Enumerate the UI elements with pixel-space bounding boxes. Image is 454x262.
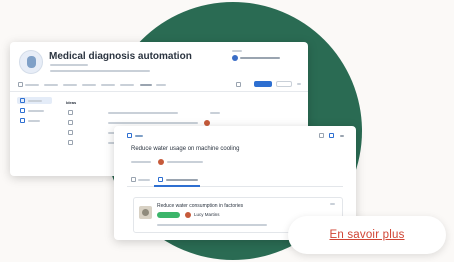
page-title: Medical diagnosis automation [49,51,192,62]
active-tab-indicator [154,185,200,187]
details-tab-icon[interactable] [131,177,136,182]
sidebar-label[interactable] [28,110,44,112]
owner-name: Lucy Martins [194,212,220,217]
more-icon[interactable] [297,83,301,85]
tab-details[interactable] [138,179,150,181]
description-placeholder [50,70,150,72]
owner-avatar [232,55,238,61]
created-date [131,161,151,163]
nav-tab-active[interactable] [140,84,152,86]
nav-tab[interactable] [44,84,58,86]
nav-item-icon[interactable] [18,82,23,87]
nav-more[interactable] [156,84,166,86]
more-icon[interactable] [340,135,344,137]
row-icon [68,110,73,115]
linked-project-title[interactable]: Reduce water consumption in factories [157,203,243,209]
nav-tab[interactable] [82,84,96,86]
projects-tab-icon[interactable] [158,177,163,182]
owner-avatar [185,212,191,218]
lightbulb-icon [127,133,132,138]
idea-title: Reduce water usage on machine cooling [131,146,240,152]
header-meta-placeholder [232,50,242,52]
creator-name [167,161,203,163]
creator-avatar [158,159,164,165]
nav-tab[interactable] [120,84,134,86]
status-badge [157,212,180,218]
project-thumbnail [139,206,152,219]
header-divider [10,91,308,92]
nav-tab[interactable] [101,84,115,86]
sidebar-label [28,100,42,102]
nav-tab[interactable] [63,84,77,86]
table-row[interactable] [108,122,198,124]
table-header: Ideas [66,100,77,105]
view-icon[interactable] [236,82,241,87]
learn-more-link[interactable]: En savoir plus [288,216,446,254]
row-icon [68,140,73,145]
project-description [157,224,267,226]
row-icon [68,120,73,125]
secondary-button[interactable] [276,81,292,87]
sidebar-icon [20,108,25,113]
more-icon[interactable] [330,203,335,205]
sidebar-label[interactable] [28,120,40,122]
table-row[interactable] [108,112,178,114]
share-icon[interactable] [329,133,334,138]
owner-name-placeholder [240,57,280,59]
subtitle-placeholder [50,64,88,66]
tab-projects[interactable] [166,179,198,181]
table-cell [210,112,220,114]
type-label [135,135,143,137]
edit-icon[interactable] [319,133,324,138]
sidebar-icon [20,118,25,123]
row-icon [68,130,73,135]
project-avatar [19,50,43,74]
primary-button[interactable] [254,81,272,87]
nav-tab[interactable] [25,84,39,86]
sidebar-icon [20,98,25,103]
